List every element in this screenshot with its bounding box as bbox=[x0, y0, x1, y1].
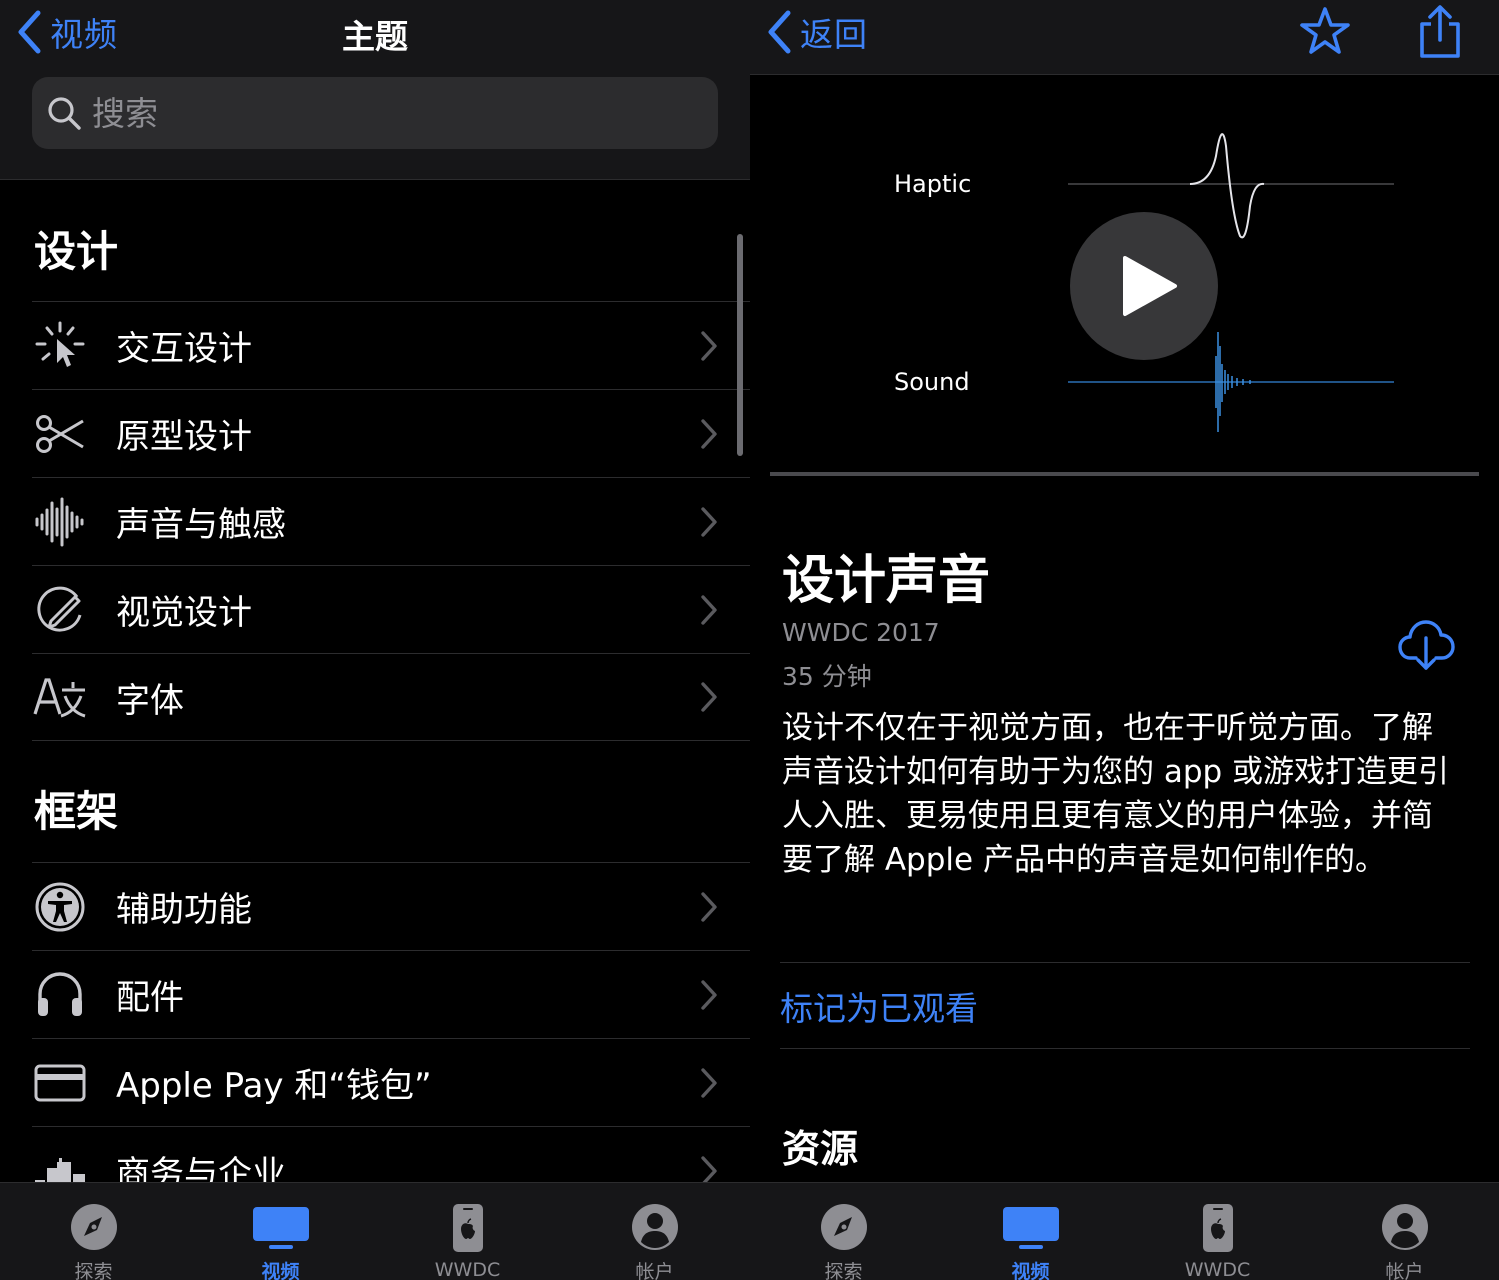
account-icon bbox=[625, 1199, 685, 1255]
tab-bar: 探索 视频 WWDC 帐户 bbox=[750, 1182, 1499, 1280]
tab-label: 视频 bbox=[1011, 1261, 1050, 1280]
tab-label: 帐户 bbox=[1385, 1261, 1424, 1280]
chevron-left-icon bbox=[768, 10, 791, 54]
star-icon[interactable] bbox=[1297, 4, 1353, 60]
topic-row-fonts[interactable]: 字体 bbox=[32, 653, 750, 741]
page-title: 主题 bbox=[342, 17, 408, 56]
interaction-icon bbox=[32, 318, 88, 374]
back-label: 返回 bbox=[800, 15, 868, 54]
headphones-icon bbox=[32, 967, 88, 1023]
tab-wwdc[interactable]: WWDC bbox=[1124, 1183, 1311, 1280]
topic-row-accessories[interactable]: 配件 bbox=[32, 950, 750, 1038]
duration-label: 35 分钟 bbox=[782, 662, 872, 691]
tab-label: 帐户 bbox=[635, 1261, 674, 1280]
mark-as-watched-label: 标记为已观看 bbox=[780, 988, 978, 1028]
topic-label: 视觉设计 bbox=[116, 593, 252, 633]
scroll-indicator[interactable] bbox=[737, 234, 743, 456]
topic-label: 辅助功能 bbox=[116, 890, 252, 930]
topic-label: 配件 bbox=[116, 978, 184, 1018]
tab-label: 视频 bbox=[261, 1261, 300, 1280]
search-input[interactable] bbox=[92, 93, 652, 133]
search-icon bbox=[48, 97, 81, 130]
font-icon bbox=[32, 669, 88, 725]
compass-icon bbox=[814, 1199, 874, 1255]
topic-label: 原型设计 bbox=[116, 417, 252, 457]
tab-account[interactable]: 帐户 bbox=[561, 1183, 748, 1280]
chevron-right-icon bbox=[701, 594, 717, 625]
tab-explore[interactable]: 探索 bbox=[0, 1183, 187, 1280]
share-icon[interactable] bbox=[1415, 2, 1465, 62]
wwdc-icon bbox=[438, 1199, 498, 1257]
video-icon bbox=[251, 1199, 311, 1255]
back-button[interactable]: 返回 bbox=[766, 8, 868, 56]
tab-bar: 探索 视频 WWDC 帐户 bbox=[0, 1182, 750, 1280]
account-icon bbox=[1375, 1199, 1435, 1255]
video-title: 设计声音 bbox=[782, 551, 991, 611]
resources-title: 资源 bbox=[782, 1127, 859, 1171]
tab-explore[interactable]: 探索 bbox=[750, 1183, 937, 1280]
tab-videos[interactable]: 视频 bbox=[937, 1183, 1124, 1280]
topic-label: 字体 bbox=[116, 680, 184, 721]
topic-row-sound-haptics[interactable]: 声音与触感 bbox=[32, 477, 750, 565]
accessibility-icon bbox=[32, 879, 88, 935]
event-label: WWDC 2017 bbox=[782, 618, 940, 647]
tab-account[interactable]: 帐户 bbox=[1311, 1183, 1498, 1280]
chevron-right-icon bbox=[701, 891, 717, 922]
visual-design-icon bbox=[32, 582, 88, 638]
topic-label: Apple Pay 和“钱包” bbox=[116, 1066, 432, 1106]
mark-as-watched-button[interactable]: 标记为已观看 bbox=[780, 962, 1470, 1049]
section-title-design: 设计 bbox=[34, 227, 119, 276]
topic-row-prototyping[interactable]: 原型设计 bbox=[32, 389, 750, 477]
wwdc-icon bbox=[1188, 1199, 1248, 1257]
topic-row-apple-pay[interactable]: Apple Pay 和“钱包” bbox=[32, 1038, 750, 1126]
tab-label: WWDC bbox=[434, 1259, 501, 1280]
tab-label: 探索 bbox=[824, 1261, 863, 1280]
chevron-right-icon bbox=[701, 979, 717, 1010]
topic-row-accessibility[interactable]: 辅助功能 bbox=[32, 862, 750, 950]
tab-videos[interactable]: 视频 bbox=[187, 1183, 374, 1280]
chevron-right-icon bbox=[701, 682, 717, 712]
video-icon bbox=[1001, 1199, 1061, 1255]
tab-wwdc[interactable]: WWDC bbox=[374, 1183, 561, 1280]
chevron-right-icon bbox=[701, 1067, 717, 1098]
compass-icon bbox=[64, 1199, 124, 1255]
topic-label: 交互设计 bbox=[116, 329, 252, 369]
card-icon bbox=[32, 1055, 88, 1111]
detail-nav-bar: 返回 bbox=[750, 0, 1499, 75]
play-button[interactable] bbox=[1070, 212, 1218, 360]
play-icon bbox=[1123, 256, 1177, 316]
topic-label: 声音与触感 bbox=[116, 505, 286, 545]
video-detail-pane: 返回 Haptic Sound 设计声音 WWDC 2017 35 分钟 设计不… bbox=[750, 0, 1499, 1280]
topic-row-interaction-design[interactable]: 交互设计 bbox=[32, 301, 750, 389]
cloud-download-icon[interactable] bbox=[1396, 614, 1456, 674]
video-progress-bar[interactable] bbox=[770, 472, 1479, 476]
topic-row-visual-design[interactable]: 视觉设计 bbox=[32, 565, 750, 653]
chevron-right-icon bbox=[701, 330, 717, 361]
search-bar[interactable] bbox=[32, 77, 718, 149]
topics-nav-bar: 视频 主题 bbox=[0, 0, 750, 180]
chevron-right-icon bbox=[701, 506, 717, 537]
section-title-frameworks: 框架 bbox=[34, 787, 119, 836]
video-description: 设计不仅在于视觉方面，也在于听觉方面。了解声音设计如何有助于为您的 app 或游… bbox=[782, 710, 1450, 878]
waveform-icon bbox=[32, 494, 88, 550]
tab-label: 探索 bbox=[74, 1261, 113, 1280]
chevron-right-icon bbox=[701, 418, 717, 449]
scissors-icon bbox=[32, 406, 88, 462]
topics-pane: 视频 主题 设计 交互设计 bbox=[0, 0, 750, 1280]
video-player[interactable]: Haptic Sound bbox=[770, 76, 1479, 474]
tab-label: WWDC bbox=[1184, 1259, 1251, 1280]
